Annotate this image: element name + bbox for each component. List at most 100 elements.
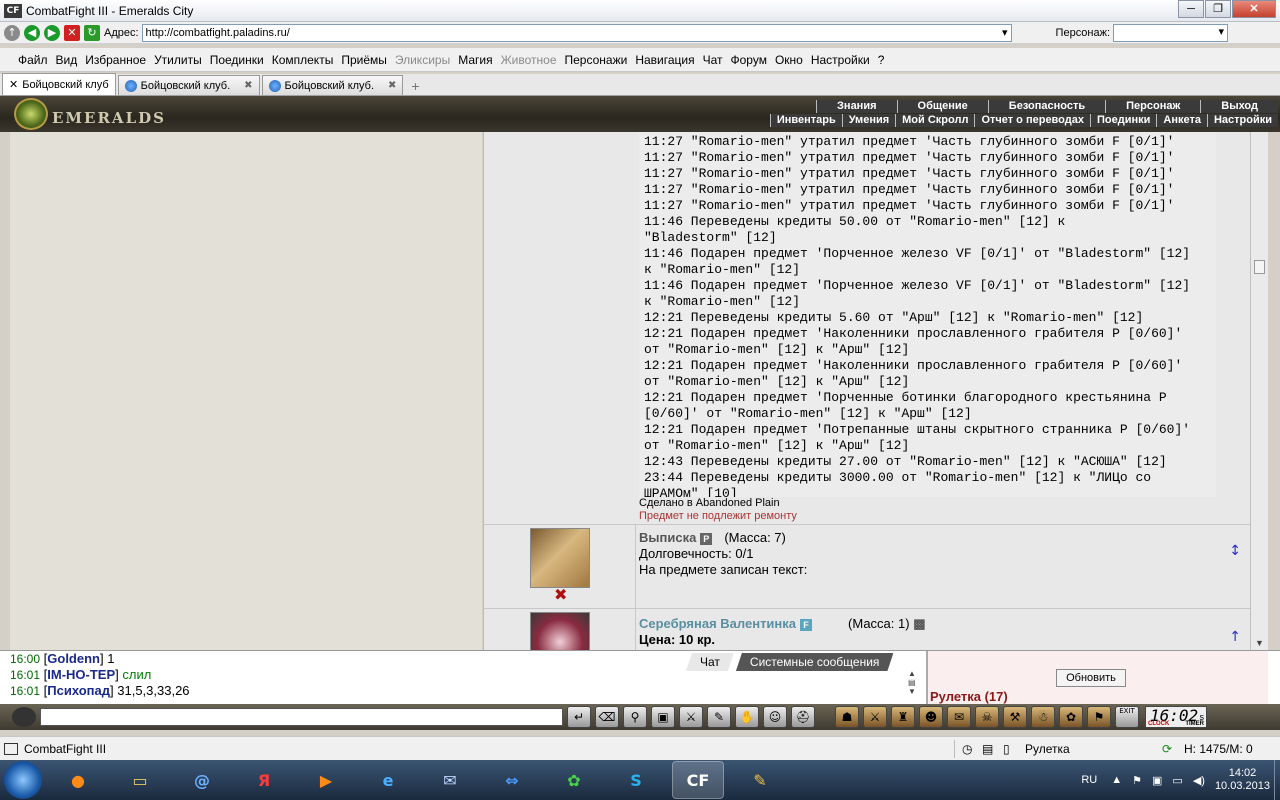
yandex-icon[interactable]: Я bbox=[238, 761, 290, 799]
delete-icon[interactable]: ✖ bbox=[554, 585, 567, 604]
game-nav-item[interactable]: Знания bbox=[816, 100, 897, 113]
timer-label[interactable]: TIMER bbox=[1185, 721, 1204, 727]
chat-time[interactable]: 16:01 bbox=[10, 684, 40, 698]
menu-item[interactable]: Настройки bbox=[811, 53, 870, 67]
flag-icon[interactable]: ⚑ bbox=[1132, 774, 1142, 787]
game-nav-item[interactable]: Умения bbox=[841, 114, 896, 127]
chat-time[interactable]: 16:01 bbox=[10, 668, 40, 682]
menu-item[interactable]: Персонажи bbox=[565, 53, 628, 67]
send-icon[interactable]: ↵ bbox=[567, 706, 591, 728]
language-indicator[interactable]: RU bbox=[1081, 774, 1097, 786]
network-icon[interactable]: ▣ bbox=[1152, 774, 1162, 787]
users-icon[interactable]: ☃ bbox=[1031, 706, 1055, 728]
maximize-button[interactable]: ❐ bbox=[1205, 0, 1231, 18]
group-icon[interactable]: ☻ bbox=[919, 706, 943, 728]
menu-item[interactable]: Поединки bbox=[210, 53, 264, 67]
fighter-icon[interactable]: ⚔ bbox=[679, 706, 703, 728]
speaker-head-icon[interactable] bbox=[12, 707, 36, 727]
expand-arrow-icon[interactable]: ↑ bbox=[1229, 629, 1241, 645]
bag-icon[interactable]: ♜ bbox=[891, 706, 915, 728]
game-nav-item[interactable]: Инвентарь bbox=[769, 114, 842, 127]
menu-item[interactable]: Окно bbox=[775, 53, 803, 67]
tab-3[interactable]: Бойцовский клуб. ✖ bbox=[261, 75, 404, 95]
paint-icon[interactable]: ✎ bbox=[734, 761, 786, 799]
save-icon[interactable]: ▣ bbox=[651, 706, 675, 728]
minimize-button[interactable]: ─ bbox=[1178, 0, 1204, 18]
tab-2[interactable]: Бойцовский клуб. ✖ bbox=[117, 75, 260, 95]
pin-icon[interactable]: ↑ bbox=[4, 24, 20, 41]
menu-item[interactable]: Навигация bbox=[635, 53, 694, 67]
teamviewer-icon[interactable]: ⇔ bbox=[486, 761, 538, 799]
tab-chat[interactable]: Чат bbox=[686, 653, 734, 671]
sync-icon[interactable]: ⟳ bbox=[1162, 742, 1172, 756]
stop-icon[interactable]: ✕ bbox=[64, 24, 80, 41]
tray-arrow-icon[interactable]: ▲ bbox=[1111, 774, 1122, 786]
chat-scroll-icon[interactable]: ▲ ▤ ▼ bbox=[908, 669, 916, 696]
mail-at-icon[interactable]: @ bbox=[176, 761, 228, 799]
icq-icon[interactable]: ✿ bbox=[548, 761, 600, 799]
game-nav-item[interactable]: Поединки bbox=[1089, 114, 1157, 127]
firefox-icon[interactable]: ● bbox=[52, 761, 104, 799]
skype-icon[interactable]: S bbox=[610, 761, 662, 799]
hood-icon[interactable]: ☗ bbox=[835, 706, 859, 728]
mail-icon[interactable]: ✉ bbox=[424, 761, 476, 799]
chat-nick[interactable]: Goldenn bbox=[47, 651, 100, 666]
smiley-icon[interactable]: ☺ bbox=[763, 706, 787, 728]
refresh-button[interactable]: Обновить bbox=[1056, 669, 1126, 687]
tab-1[interactable]: ✕ Бойцовский клуб bbox=[2, 73, 116, 95]
combatfight-taskbar-icon[interactable]: CF bbox=[672, 761, 724, 799]
item-name[interactable]: Серебряная Валентинка F (Масса: 1) ▩ bbox=[639, 616, 925, 632]
menu-item[interactable]: Эликсиры bbox=[395, 53, 450, 67]
game-nav-item[interactable]: Общение bbox=[896, 100, 988, 113]
sword-icon[interactable]: ⚔ bbox=[863, 706, 887, 728]
game-nav-item[interactable]: Настройки bbox=[1206, 114, 1278, 127]
helmet-icon[interactable]: ⛑ bbox=[791, 706, 815, 728]
taskbar-clock[interactable]: 14:02 10.03.2013 bbox=[1215, 767, 1270, 793]
document-icon[interactable]: ▯ bbox=[1003, 742, 1010, 756]
game-nav-item[interactable]: Отчет о переводах bbox=[974, 114, 1090, 127]
hammer-icon[interactable]: ⚒ bbox=[1003, 706, 1027, 728]
item-name[interactable]: Выписка P (Масса: 7) bbox=[639, 530, 786, 545]
ie-icon[interactable]: e bbox=[362, 761, 414, 799]
game-nav-item[interactable]: Выход bbox=[1200, 100, 1278, 113]
start-button[interactable] bbox=[4, 761, 42, 799]
explorer-icon[interactable]: ▭ bbox=[114, 761, 166, 799]
menu-item[interactable]: Утилиты bbox=[154, 53, 202, 67]
clock-icon[interactable]: ◷ bbox=[962, 742, 972, 756]
flag-icon[interactable]: ⚑ bbox=[1087, 706, 1111, 728]
menu-item[interactable]: Чат bbox=[703, 53, 723, 67]
chat-input[interactable] bbox=[40, 708, 563, 726]
tab-close-icon[interactable]: ✖ bbox=[388, 80, 396, 91]
game-nav-item[interactable]: Безопасность bbox=[987, 100, 1106, 113]
chat-nick[interactable]: Психопад bbox=[47, 683, 110, 698]
menu-item[interactable]: Магия bbox=[458, 53, 492, 67]
clock-label[interactable]: CLOCK bbox=[1148, 721, 1169, 727]
tab-close-icon[interactable]: ✖ bbox=[244, 80, 252, 91]
back-icon[interactable]: ◀ bbox=[24, 24, 40, 41]
menu-item[interactable]: Приёмы bbox=[341, 53, 387, 67]
expand-arrow-icon[interactable]: ↕ bbox=[1229, 543, 1241, 559]
scrollbar-thumb[interactable] bbox=[1254, 260, 1265, 274]
menu-item[interactable]: Файл bbox=[18, 53, 48, 67]
exit-icon[interactable]: EXIT bbox=[1115, 706, 1139, 728]
menu-item[interactable]: ? bbox=[878, 53, 885, 67]
close-button[interactable]: ✕ bbox=[1232, 0, 1276, 18]
menu-item[interactable]: Форум bbox=[731, 53, 767, 67]
game-nav-item[interactable]: Мой Скролл bbox=[895, 114, 975, 127]
menu-item[interactable]: Животное bbox=[501, 53, 557, 67]
hand-icon[interactable]: ✋ bbox=[735, 706, 759, 728]
scroll-down-icon[interactable]: ▼ bbox=[1255, 638, 1264, 648]
monitor-icon[interactable]: ▭ bbox=[1172, 774, 1182, 787]
vertical-scrollbar[interactable]: ▼ bbox=[1250, 132, 1268, 650]
scroll-icon[interactable] bbox=[530, 528, 590, 588]
volume-icon[interactable]: ◀) bbox=[1193, 774, 1205, 787]
paw-icon[interactable]: ✿ bbox=[1059, 706, 1083, 728]
game-nav-item[interactable]: Анкета bbox=[1156, 114, 1207, 127]
filter-icon[interactable]: ⚲ bbox=[623, 706, 647, 728]
tab-system-messages[interactable]: Системные сообщения bbox=[736, 653, 894, 671]
show-desktop-button[interactable] bbox=[1274, 760, 1280, 800]
eraser-icon[interactable]: ⌫ bbox=[595, 706, 619, 728]
menu-item[interactable]: Избранное bbox=[85, 53, 146, 67]
refresh-icon[interactable]: ↻ bbox=[84, 24, 100, 41]
forward-icon[interactable]: ▶ bbox=[44, 24, 60, 41]
